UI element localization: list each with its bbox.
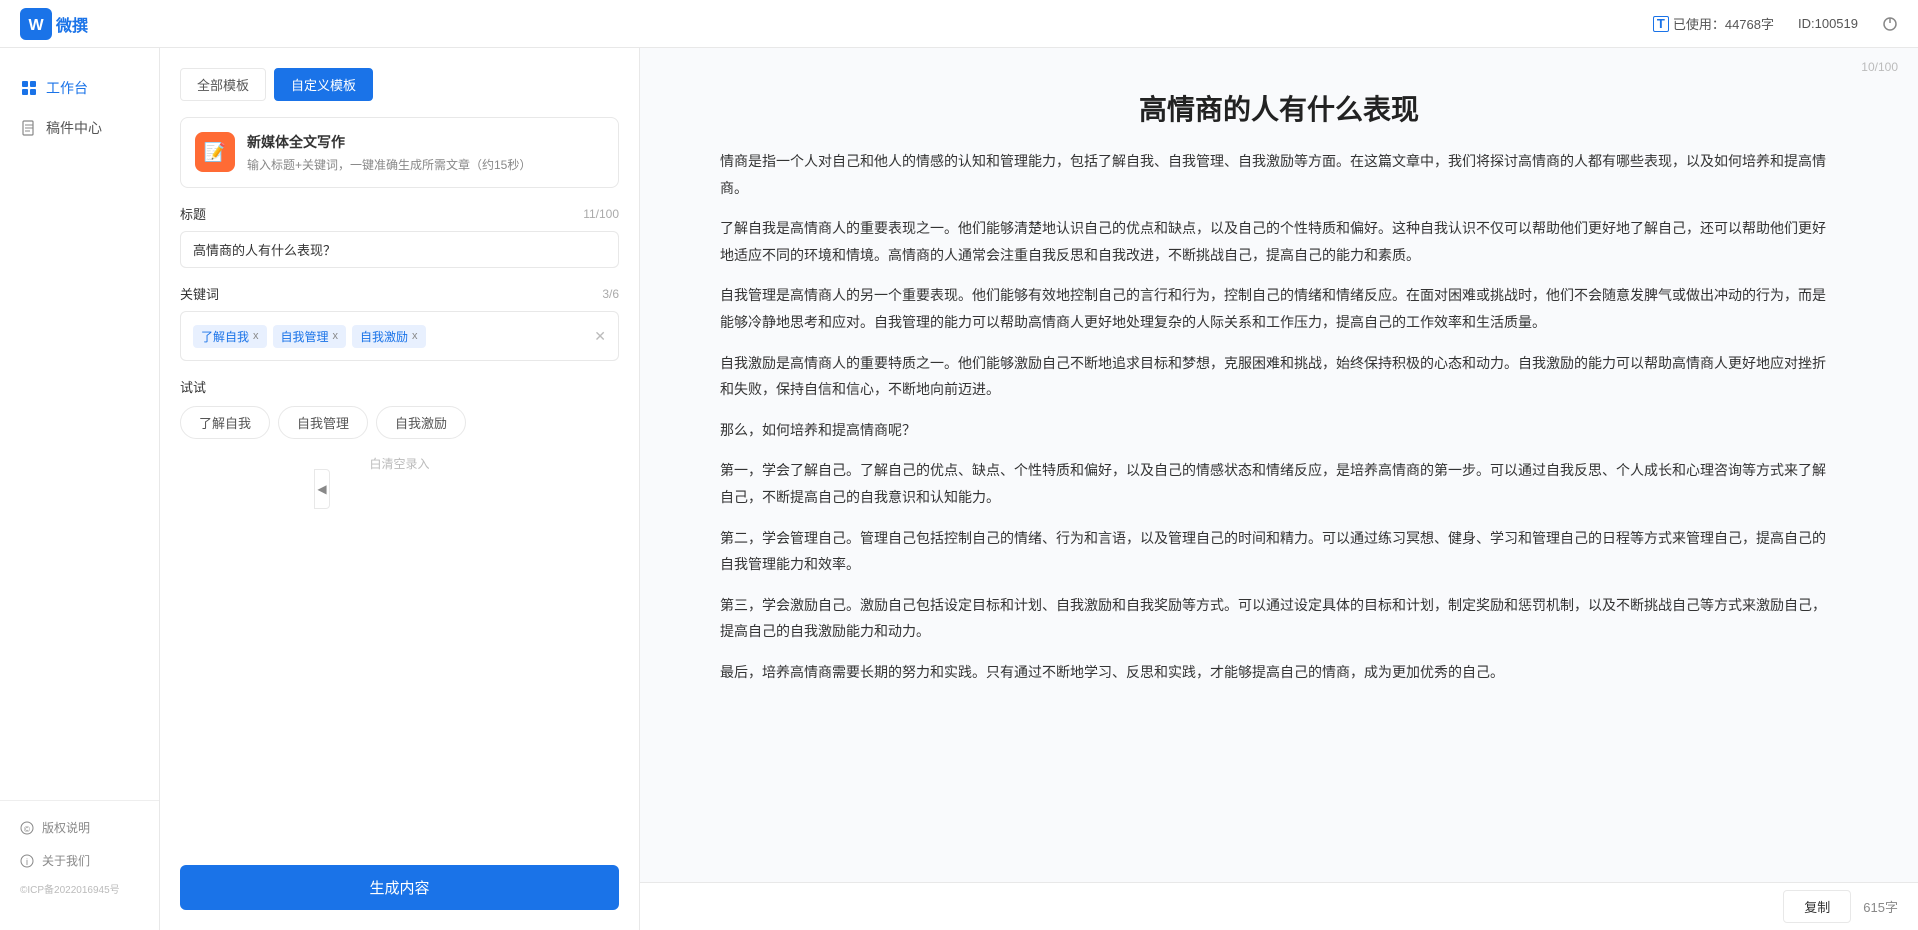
keywords-count: 3/6: [602, 287, 619, 301]
keyword-tag-3: 自我激励 x: [352, 325, 426, 348]
topbar-right: T 已使用：44768字 ID:100519: [1653, 14, 1898, 33]
try-tag-2[interactable]: 自我管理: [278, 406, 368, 439]
title-field-group: 标题 11/100: [180, 204, 619, 268]
svg-text:©: ©: [24, 825, 30, 834]
keywords-box[interactable]: 了解自我 x 自我管理 x 自我激励 x ✕: [180, 311, 619, 361]
sidebar-workbench-label: 工作台: [46, 78, 88, 98]
sidebar-drafts-label: 稿件中心: [46, 118, 102, 138]
template-card[interactable]: 📝 新媒体全文写作 输入标题+关键词，一键准确生成所需文章（约15秒）: [180, 117, 619, 188]
article-paragraph: 最后，培养高情商需要长期的努力和实践。只有通过不断地学习、反思和实践，才能够提高…: [720, 659, 1838, 686]
about-icon: i: [20, 854, 34, 868]
id-label: ID:100519: [1798, 16, 1858, 31]
sidebar-item-drafts[interactable]: 稿件中心: [0, 108, 159, 148]
usage-label: 已使用：44768字: [1673, 14, 1774, 33]
svg-text:i: i: [26, 857, 28, 867]
template-tabs: 全部模板 自定义模板: [180, 68, 619, 101]
try-section: 试试 了解自我 自我管理 自我激励: [180, 377, 619, 439]
sidebar-copyright[interactable]: © 版权说明: [0, 811, 159, 844]
keyword-tag-2: 自我管理 x: [273, 325, 347, 348]
article-paragraph: 第二，学会管理自己。管理自己包括控制自己的情绪、行为和言语，以及管理自己的时间和…: [720, 525, 1838, 578]
icp-text: ©ICP备2022016945号: [0, 877, 159, 900]
title-count: 11/100: [583, 207, 619, 221]
right-bottom-bar: 复制 615字: [640, 882, 1918, 930]
topbar-left: W 微撰: [20, 8, 88, 40]
left-panel: ◀ 全部模板 自定义模板 📝 新媒体全文写作 输入标题+关键词，一键准确生成所需…: [160, 48, 640, 930]
try-label: 试试: [180, 377, 619, 396]
try-tag-3[interactable]: 自我激励: [376, 406, 466, 439]
logo-text: 微撰: [56, 12, 88, 36]
template-desc: 输入标题+关键词，一键准确生成所需文章（约15秒）: [247, 156, 531, 173]
keyword-remove-1[interactable]: x: [253, 330, 259, 342]
power-btn[interactable]: [1882, 16, 1898, 32]
sidebar-about[interactable]: i 关于我们: [0, 844, 159, 877]
file-icon: [20, 119, 38, 137]
keywords-clear[interactable]: ✕: [594, 328, 606, 345]
keywords-label: 关键词: [180, 284, 219, 303]
sidebar-item-workbench[interactable]: 工作台: [0, 68, 159, 108]
sidebar: 工作台 稿件中心 © 版权说明: [0, 48, 160, 930]
article-word-count-top: 10/100: [1861, 60, 1898, 74]
keyword-remove-3[interactable]: x: [412, 330, 418, 342]
template-info: 新媒体全文写作 输入标题+关键词，一键准确生成所需文章（约15秒）: [247, 132, 531, 173]
article-paragraph: 情商是指一个人对自己和他人的情感的认知和管理能力，包括了解自我、自我管理、自我激…: [720, 148, 1838, 201]
title-input[interactable]: [180, 231, 619, 268]
title-label: 标题: [180, 204, 206, 223]
article-paragraph: 第一，学会了解自己。了解自己的优点、缺点、个性特质和偏好，以及自己的情感状态和情…: [720, 457, 1838, 510]
usage-info: T 已使用：44768字: [1653, 14, 1774, 33]
keyword-tag-1: 了解自我 x: [193, 325, 267, 348]
article-body: 情商是指一个人对自己和他人的情感的认知和管理能力，包括了解自我、自我管理、自我激…: [720, 148, 1838, 686]
article-paragraph: 自我激励是高情商人的重要特质之一。他们能够激励自己不断地追求目标和梦想，克服困难…: [720, 350, 1838, 403]
try-tag-1[interactable]: 了解自我: [180, 406, 270, 439]
generate-button[interactable]: 生成内容: [180, 865, 619, 910]
article-paragraph: 自我管理是高情商人的另一个重要表现。他们能够有效地控制自己的言行和行为，控制自己…: [720, 282, 1838, 335]
usage-icon: T: [1653, 16, 1669, 32]
keywords-field-group: 关键词 3/6 了解自我 x 自我管理 x 自我激励 x: [180, 284, 619, 361]
id-info: ID:100519: [1798, 16, 1858, 31]
try-tags: 了解自我 自我管理 自我激励: [180, 406, 619, 439]
keyword-remove-2[interactable]: x: [333, 330, 339, 342]
grid-icon: [20, 79, 38, 97]
tab-custom[interactable]: 自定义模板: [274, 68, 373, 101]
main-layout: 工作台 稿件中心 © 版权说明: [0, 48, 1918, 930]
word-count-display: 615字: [1863, 897, 1898, 916]
svg-text:W: W: [28, 17, 44, 34]
template-name: 新媒体全文写作: [247, 132, 531, 152]
copy-button[interactable]: 复制: [1783, 890, 1851, 923]
right-panel: 10/100 高情商的人有什么表现 情商是指一个人对自己和他人的情感的认知和管理…: [640, 48, 1918, 930]
article-area: 高情商的人有什么表现 情商是指一个人对自己和他人的情感的认知和管理能力，包括了解…: [640, 48, 1918, 882]
article-paragraph: 第三，学会激励自己。激励自己包括设定目标和计划、自我激励和自我奖励等方式。可以通…: [720, 592, 1838, 645]
logo-icon: W: [20, 8, 52, 40]
sidebar-bottom: © 版权说明 i 关于我们 ©ICP备2022016945号: [0, 800, 159, 910]
power-icon: [1882, 16, 1898, 32]
copyright-icon: ©: [20, 821, 34, 835]
title-field-header: 标题 11/100: [180, 204, 619, 223]
copyright-label: 版权说明: [42, 819, 90, 836]
content-area: ◀ 全部模板 自定义模板 📝 新媒体全文写作 输入标题+关键词，一键准确生成所需…: [160, 48, 1918, 930]
keywords-field-header: 关键词 3/6: [180, 284, 619, 303]
template-card-icon: 📝: [195, 132, 235, 172]
logo: W 微撰: [20, 8, 88, 40]
tab-all[interactable]: 全部模板: [180, 68, 266, 101]
article-title: 高情商的人有什么表现: [720, 88, 1838, 128]
about-label: 关于我们: [42, 852, 90, 869]
clear-hint: 白清空录入: [180, 455, 619, 472]
article-paragraph: 那么，如何培养和提高情商呢？: [720, 417, 1838, 444]
topbar: W 微撰 T 已使用：44768字 ID:100519: [0, 0, 1918, 48]
sidebar-nav: 工作台 稿件中心: [0, 68, 159, 800]
collapse-arrow[interactable]: ◀: [314, 469, 330, 509]
article-paragraph: 了解自我是高情商人的重要表现之一。他们能够清楚地认识自己的优点和缺点，以及自己的…: [720, 215, 1838, 268]
